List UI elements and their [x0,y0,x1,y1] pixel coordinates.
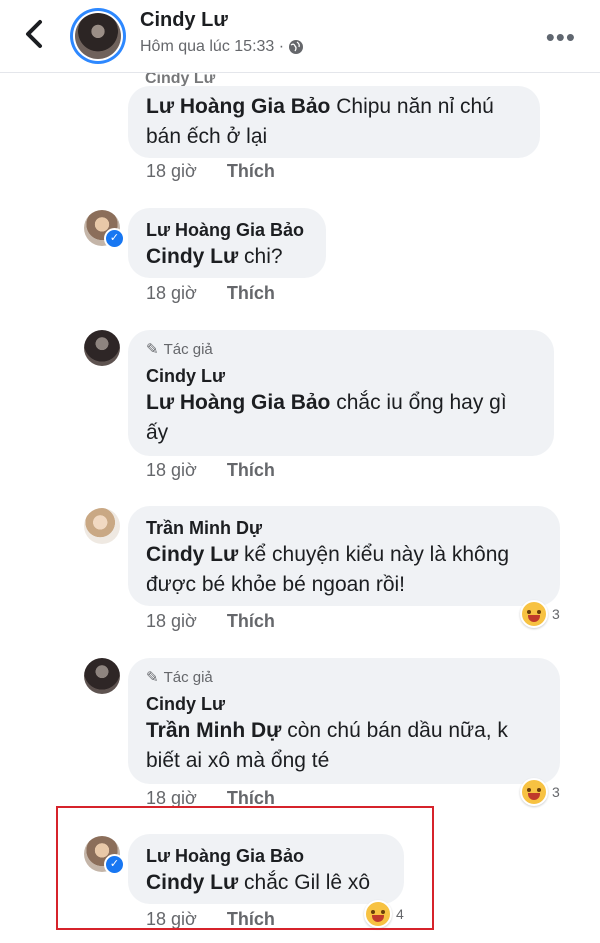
reaction-count: 3 [552,784,560,800]
verified-badge-icon: ✓ [104,854,125,875]
mention-link[interactable]: Trần Minh Dự [146,719,281,742]
pencil-icon: ✎ [146,669,159,686]
comment-meta: 18 giờ Thích [146,909,275,930]
comment-text: Cindy Lư kể chuyện kiểu này là không đượ… [146,543,510,596]
more-dots-icon[interactable]: ••• [546,22,576,53]
comment-meta: 18 giờ Thích [146,161,275,182]
verified-badge-icon: ✓ [104,228,125,249]
comment-time: 18 giờ [146,161,197,181]
avatar[interactable] [84,330,120,366]
mention-link[interactable]: Cindy Lư [146,871,238,894]
comment-text: Lư Hoàng Gia Bảo Chipu năn nỉ chú bán ếc… [146,95,494,148]
like-link[interactable]: Thích [227,909,275,930]
profile-avatar[interactable] [70,8,126,64]
avatar[interactable] [84,508,120,544]
comment-time: 18 giờ [146,788,197,808]
pencil-icon: ✎ [146,341,159,358]
comment-author[interactable]: Lư Hoàng Gia Bảo [146,218,308,242]
comment-text: Cindy Lư chắc Gil lê xô [146,871,371,894]
comment-meta: 18 giờ Thích [146,283,275,304]
comment-bubble[interactable]: ✎ Tác giả Cindy Lư Lư Hoàng Gia Bảo chắc… [128,330,554,456]
mention-link[interactable]: Lư Hoàng Gia Bảo [146,95,330,118]
comment-bubble[interactable]: Lư Hoàng Gia Bảo Cindy Lư chắc Gil lê xô [128,834,404,904]
comment-time: 18 giờ [146,283,197,303]
comment-time: 18 giờ [146,611,197,631]
like-link[interactable]: Thích [227,611,275,632]
comment-text: Cindy Lư chi? [146,245,283,268]
comment-time: 18 giờ [146,909,197,929]
profile-name[interactable]: Cindy Lư [140,9,228,32]
comment-bubble[interactable]: ✎ Tác giả Cindy Lư Trần Minh Dự còn chú … [128,658,560,784]
like-link[interactable]: Thích [227,460,275,481]
like-link[interactable]: Thích [227,788,275,809]
comment-bubble[interactable]: Lư Hoàng Gia Bảo Chipu năn nỉ chú bán ếc… [128,86,540,158]
comment-text: Lư Hoàng Gia Bảo chắc iu ổng hay gì ấy [146,391,507,444]
comment-bubble[interactable]: Lư Hoàng Gia Bảo Cindy Lư chi? [128,208,326,278]
comment-text: Trần Minh Dự còn chú bán dầu nữa, k biết… [146,719,508,772]
haha-reaction-icon [520,778,548,806]
reaction-summary[interactable]: 3 [520,600,560,628]
comment-author[interactable]: Cindy Lư [146,692,542,716]
comment-bubble[interactable]: Trần Minh Dự Cindy Lư kể chuyện kiểu này… [128,506,560,606]
comment-time: 18 giờ [146,460,197,480]
mention-link[interactable]: Cindy Lư [146,245,238,268]
comment-author[interactable]: Cindy Lư [146,364,536,388]
mention-link[interactable]: Lư Hoàng Gia Bảo [146,391,330,414]
post-time: Hôm qua lúc 15:33 · [140,38,304,56]
like-link[interactable]: Thích [227,161,275,182]
reaction-summary[interactable]: 3 [520,778,560,806]
reaction-summary[interactable]: 4 [364,900,404,928]
comment-meta: 18 giờ Thích [146,611,275,632]
avatar[interactable] [84,658,120,694]
comment-thread: Cindy Lư Lư Hoàng Gia Bảo Chipu năn nỉ c… [0,0,600,943]
globe-icon [289,40,304,54]
haha-reaction-icon [364,900,392,928]
author-badge: ✎ Tác giả [146,668,213,687]
reaction-count: 3 [552,606,560,622]
comment-author[interactable]: Lư Hoàng Gia Bảo [146,844,386,868]
like-link[interactable]: Thích [227,283,275,304]
comment-meta: 18 giờ Thích [146,788,275,809]
comment-meta: 18 giờ Thích [146,460,275,481]
post-header: Cindy Lư Hôm qua lúc 15:33 · ••• [0,0,600,73]
reaction-count: 4 [396,906,404,922]
author-badge: ✎ Tác giả [146,340,213,359]
comment-author[interactable]: Trần Minh Dự [146,516,542,540]
back-chevron-icon[interactable] [22,18,48,50]
haha-reaction-icon [520,600,548,628]
mention-link[interactable]: Cindy Lư [146,543,238,566]
